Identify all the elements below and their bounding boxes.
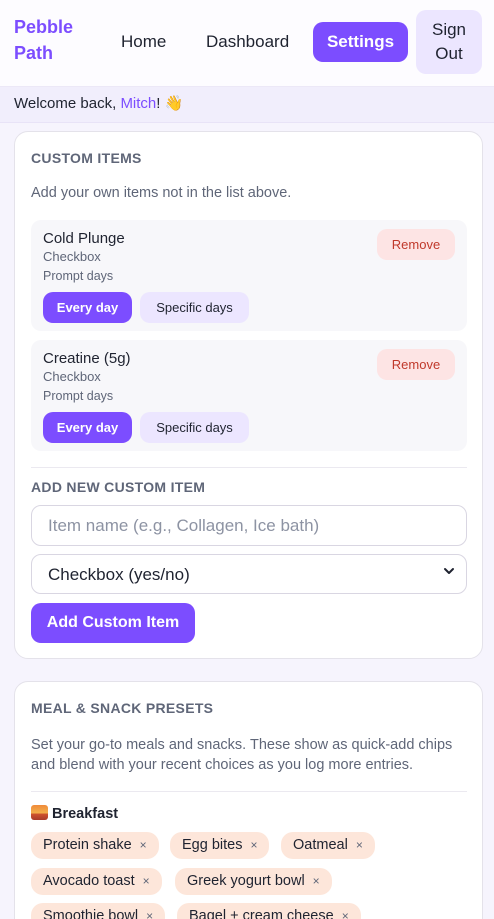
close-icon[interactable]: × xyxy=(313,874,320,888)
preset-chip-label: Greek yogurt bowl xyxy=(187,873,305,889)
remove-button[interactable]: Remove xyxy=(377,229,455,260)
custom-item-row: Creatine (5g) Checkbox Prompt days Remov… xyxy=(31,340,467,451)
preset-chip-label: Avocado toast xyxy=(43,873,135,889)
custom-items-description: Add your own items not in the list above… xyxy=(31,185,292,201)
preset-chip[interactable]: Avocado toast × xyxy=(31,868,162,895)
sign-out-button[interactable]: Sign Out xyxy=(416,10,482,74)
breakfast-label-text: Breakfast xyxy=(52,806,119,822)
custom-item-row: Cold Plunge Checkbox Prompt days Remove … xyxy=(31,220,467,331)
sunrise-icon xyxy=(31,805,48,820)
brand-logo[interactable]: Pebble Path xyxy=(14,14,94,66)
preset-chip-label: Bagel + cream cheese xyxy=(189,908,334,919)
app-header: Pebble Path Home Dashboard Settings Sign… xyxy=(0,0,494,87)
close-icon[interactable]: × xyxy=(356,838,363,852)
preset-chip[interactable]: Egg bites × xyxy=(170,832,270,859)
preset-chip-label: Oatmeal xyxy=(293,837,348,853)
meal-presets-card: MEAL & SNACK PRESETS Set your go-to meal… xyxy=(14,681,483,919)
welcome-suffix: ! 👋 xyxy=(156,95,184,112)
specific-days-toggle[interactable]: Specific days xyxy=(140,412,249,443)
close-icon[interactable]: × xyxy=(250,838,257,852)
nav-dashboard[interactable]: Dashboard xyxy=(206,22,289,62)
meal-presets-description: Set your go-to meals and snacks. These s… xyxy=(31,737,453,773)
welcome-bar: Welcome back, Mitch! 👋 xyxy=(0,87,494,123)
chevron-down-icon xyxy=(442,564,456,581)
prompt-days-label: Prompt days xyxy=(43,389,114,403)
remove-button[interactable]: Remove xyxy=(377,349,455,380)
every-day-toggle[interactable]: Every day xyxy=(43,412,132,443)
custom-item-type: Checkbox xyxy=(43,369,101,384)
section-divider xyxy=(31,791,467,792)
add-custom-item-button[interactable]: Add Custom Item xyxy=(31,603,195,643)
welcome-message: Welcome back, Mitch! 👋 xyxy=(14,94,183,112)
preset-chip-label: Smoothie bowl xyxy=(43,908,139,919)
welcome-username: Mitch xyxy=(120,95,157,112)
prompt-days-label: Prompt days xyxy=(43,269,114,283)
close-icon[interactable]: × xyxy=(140,838,147,852)
custom-items-title: CUSTOM ITEMS xyxy=(31,150,142,166)
item-name-input[interactable] xyxy=(31,505,467,546)
custom-item-name: Cold Plunge xyxy=(43,230,125,247)
meal-presets-title: MEAL & SNACK PRESETS xyxy=(31,700,214,716)
preset-chip-label: Protein shake xyxy=(43,837,132,853)
breakfast-label: Breakfast xyxy=(31,805,118,822)
nav-settings[interactable]: Settings xyxy=(313,22,408,62)
brand-name: Pebble Path xyxy=(14,17,74,63)
close-icon[interactable]: × xyxy=(342,909,349,919)
preset-chip[interactable]: Greek yogurt bowl × xyxy=(175,868,332,895)
preset-chip[interactable]: Bagel + cream cheese × xyxy=(177,903,361,919)
close-icon[interactable]: × xyxy=(146,909,153,919)
custom-items-card: CUSTOM ITEMS Add your own items not in t… xyxy=(14,131,483,659)
section-divider xyxy=(31,467,467,468)
preset-chip[interactable]: Oatmeal × xyxy=(281,832,375,859)
add-custom-item-title: ADD NEW CUSTOM ITEM xyxy=(31,479,206,495)
preset-chip-label: Egg bites xyxy=(182,837,243,853)
nav-home[interactable]: Home xyxy=(121,22,166,62)
every-day-toggle[interactable]: Every day xyxy=(43,292,132,323)
specific-days-toggle[interactable]: Specific days xyxy=(140,292,249,323)
preset-chip[interactable]: Protein shake × xyxy=(31,832,159,859)
item-type-select[interactable]: Checkbox (yes/no) xyxy=(31,554,467,594)
preset-chip[interactable]: Smoothie bowl × xyxy=(31,903,166,919)
custom-item-name: Creatine (5g) xyxy=(43,350,131,367)
custom-item-type: Checkbox xyxy=(43,249,101,264)
welcome-prefix: Welcome back, xyxy=(14,95,121,112)
item-type-select-value: Checkbox (yes/no) xyxy=(48,565,190,584)
close-icon[interactable]: × xyxy=(143,874,150,888)
